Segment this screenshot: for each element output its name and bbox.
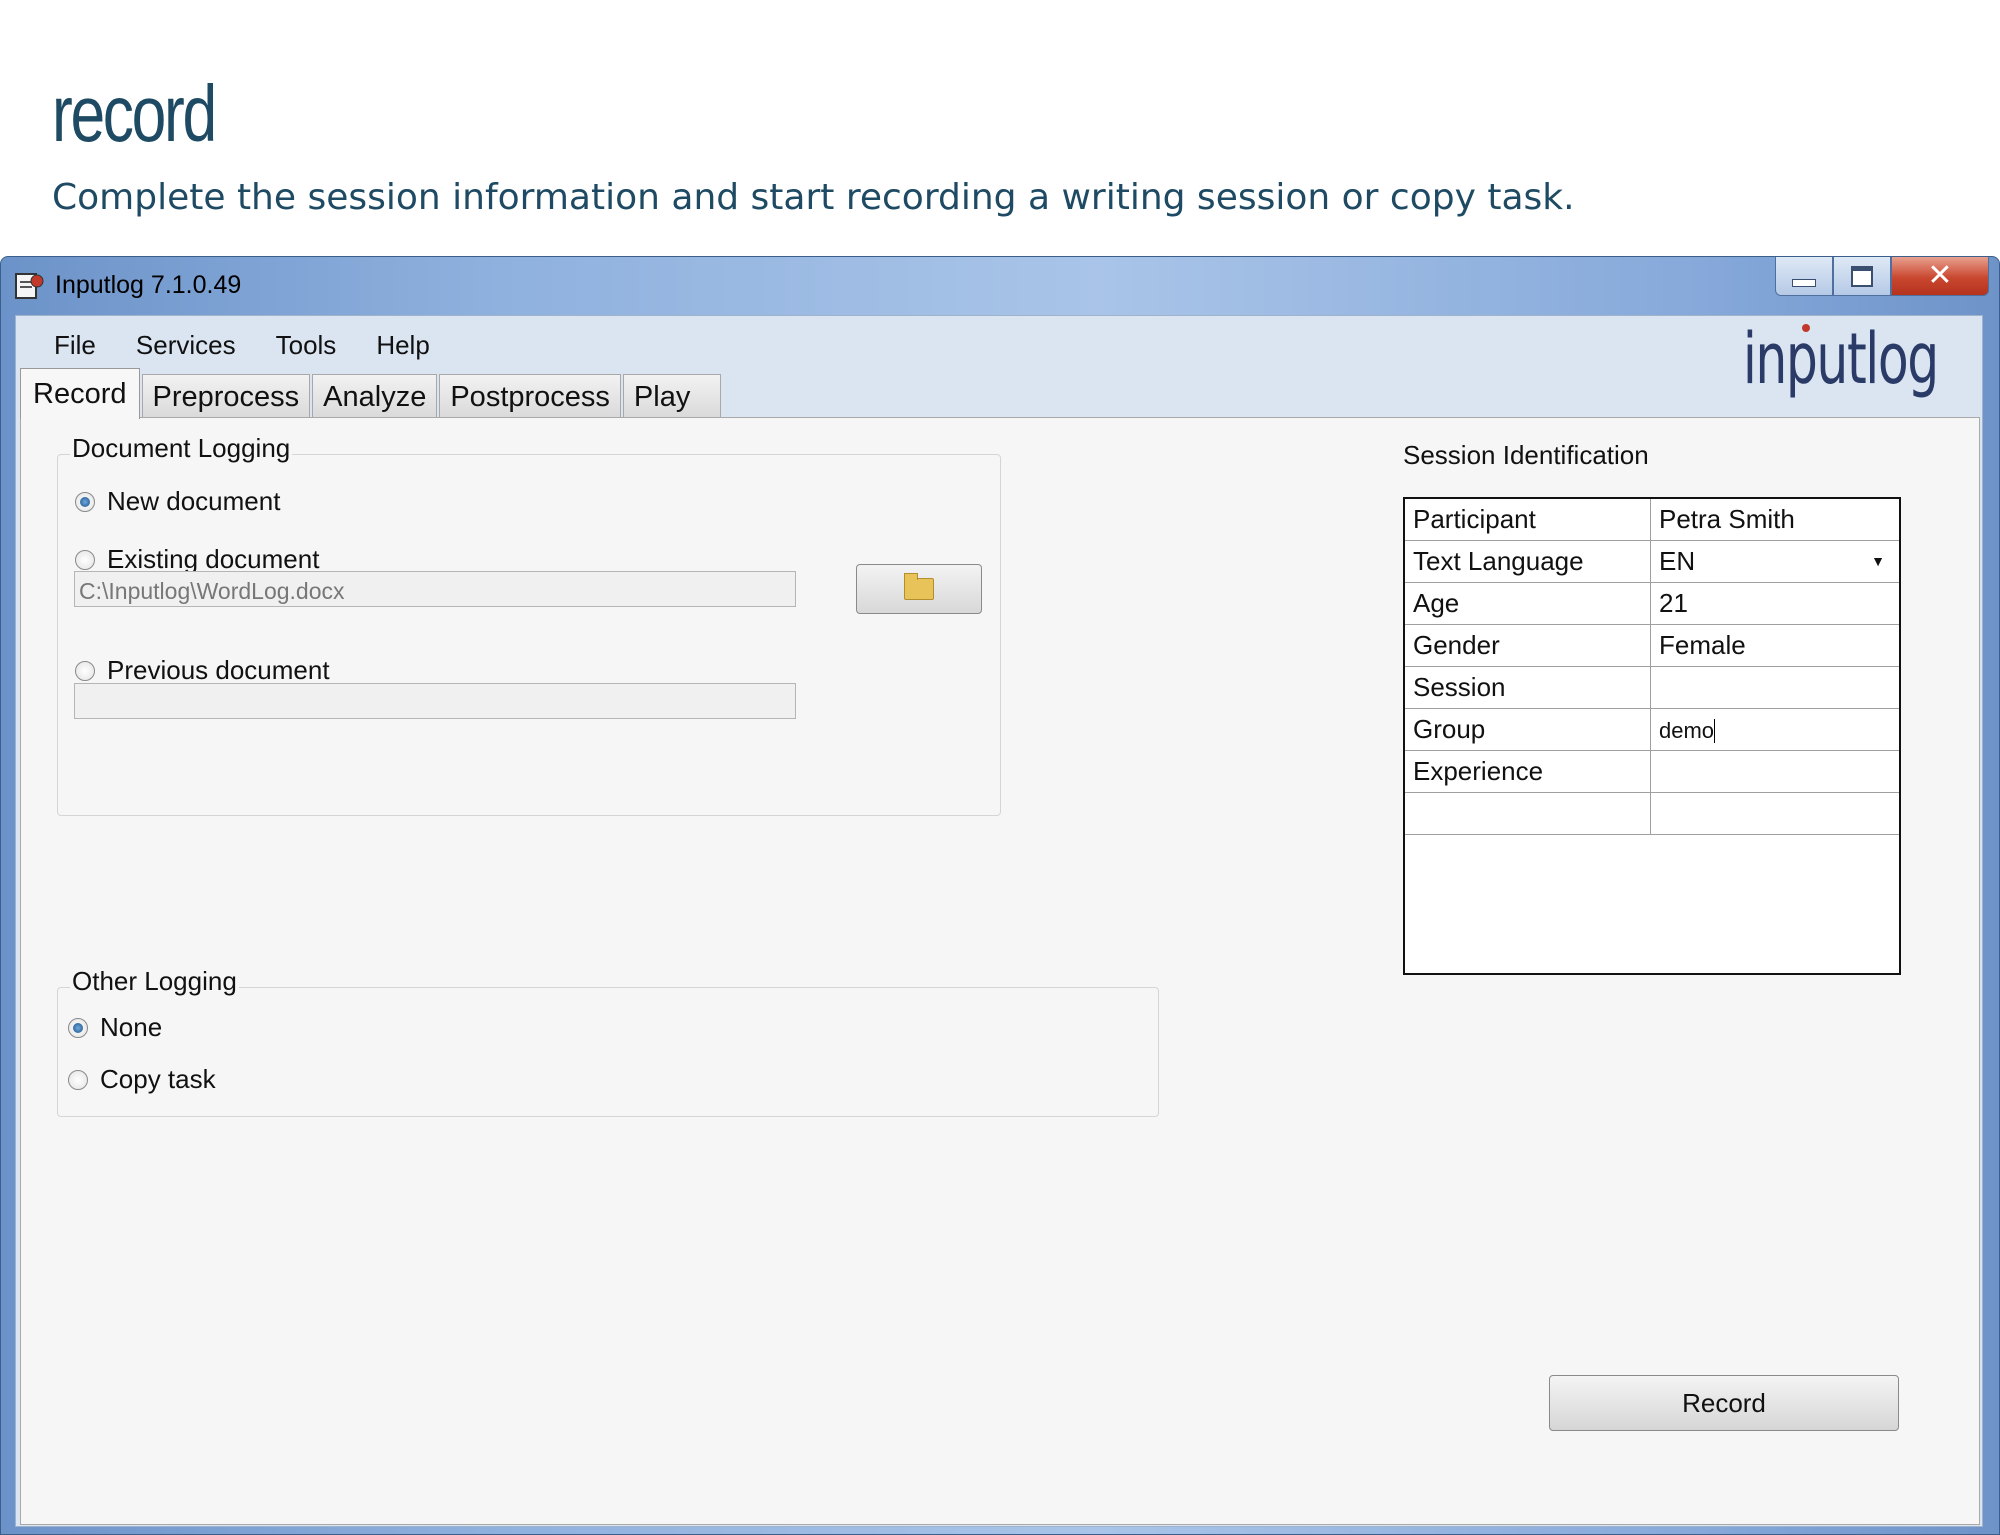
radio-label: New document [107, 486, 281, 516]
minimize-icon [1792, 279, 1816, 287]
grid-row-empty [1405, 793, 1899, 835]
existing-document-path-field[interactable]: C:\Inputlog\WordLog.docx [74, 571, 796, 607]
other-logging-label: Other Logging [70, 966, 239, 997]
grid-row-experience: Experience [1405, 751, 1899, 793]
radio-label: None [100, 1012, 163, 1042]
grid-key: Session [1405, 667, 1651, 708]
grid-key: Experience [1405, 751, 1651, 792]
record-button[interactable]: Record [1549, 1375, 1899, 1431]
tab-bar: Record Preprocess Analyze Postprocess Pl… [20, 368, 723, 419]
app-icon [15, 273, 44, 299]
radio-button[interactable] [68, 1069, 88, 1090]
record-panel: Document Logging New document Existing d… [20, 417, 1980, 1525]
minimize-button[interactable] [1775, 257, 1833, 296]
grid-key: Gender [1405, 625, 1651, 666]
grid-row-text-language: Text Language EN ▼ [1405, 541, 1899, 583]
radio-copy-task[interactable]: Copy task [68, 1064, 216, 1095]
menu-tools[interactable]: Tools [256, 330, 357, 361]
radio-button[interactable] [75, 491, 95, 512]
tab-record[interactable]: Record [20, 368, 140, 419]
tab-postprocess[interactable]: Postprocess [439, 374, 621, 419]
participant-value[interactable]: Petra Smith [1651, 499, 1899, 540]
close-icon: ✕ [1927, 258, 1953, 293]
gender-value[interactable]: Female [1651, 625, 1899, 666]
session-grid: Participant Petra Smith Text Language EN… [1403, 497, 1901, 975]
document-logging-label: Document Logging [70, 433, 293, 464]
menu-file[interactable]: File [34, 330, 116, 361]
page-title: record [52, 69, 217, 158]
radio-button[interactable] [75, 549, 95, 570]
session-identification-label: Session Identification [1403, 440, 1649, 470]
maximize-button[interactable] [1833, 257, 1891, 296]
app-window: Inputlog 7.1.0.49 ✕ File Services Tools … [0, 256, 2000, 1535]
grid-row-session: Session [1405, 667, 1899, 709]
radio-none[interactable]: None [68, 1012, 162, 1043]
grid-value[interactable] [1651, 793, 1899, 834]
grid-key: Text Language [1405, 541, 1651, 582]
text-language-select[interactable]: EN ▼ [1651, 541, 1899, 582]
radio-previous-document[interactable]: Previous document [75, 655, 330, 686]
menu-help[interactable]: Help [356, 330, 449, 361]
inputlog-logo: inputlog [1743, 318, 1939, 400]
text-caret [1714, 719, 1716, 744]
maximize-icon [1851, 265, 1873, 287]
menu-services[interactable]: Services [116, 330, 256, 361]
grid-row-participant: Participant Petra Smith [1405, 499, 1899, 541]
experience-value[interactable] [1651, 751, 1899, 792]
dropdown-arrow-icon[interactable]: ▼ [1871, 541, 1885, 582]
menu-bar: File Services Tools Help [34, 330, 450, 361]
page-subtitle: Complete the session information and sta… [52, 177, 1575, 218]
grid-key: Participant [1405, 499, 1651, 540]
client-area: File Services Tools Help inputlog Record… [15, 315, 1983, 1527]
grid-key: Age [1405, 583, 1651, 624]
grid-key: Group [1405, 709, 1651, 750]
title-bar[interactable]: Inputlog 7.1.0.49 ✕ [1, 257, 1999, 312]
grid-key[interactable] [1405, 793, 1651, 834]
other-logging-group: Other Logging [57, 966, 1159, 1117]
tab-play[interactable]: Play [622, 374, 722, 419]
folder-icon [904, 573, 934, 600]
browse-button[interactable] [856, 564, 982, 614]
previous-document-path-field[interactable] [74, 683, 796, 719]
tab-analyze[interactable]: Analyze [312, 374, 438, 419]
text-language-value: EN [1659, 546, 1696, 576]
radio-button[interactable] [75, 660, 95, 681]
radio-new-document[interactable]: New document [75, 486, 280, 517]
radio-label: Previous document [107, 655, 330, 685]
grid-row-group: Group demo [1405, 709, 1899, 751]
session-value[interactable] [1651, 667, 1899, 708]
age-value[interactable]: 21 [1651, 583, 1899, 624]
group-value: demo [1659, 718, 1715, 743]
group-input[interactable]: demo [1651, 709, 1899, 750]
close-button[interactable]: ✕ [1891, 257, 1989, 296]
radio-button[interactable] [68, 1017, 88, 1038]
grid-row-gender: Gender Female [1405, 625, 1899, 667]
window-title: Inputlog 7.1.0.49 [55, 271, 242, 299]
tab-preprocess[interactable]: Preprocess [141, 374, 311, 419]
grid-row-age: Age 21 [1405, 583, 1899, 625]
radio-label: Copy task [100, 1064, 216, 1094]
